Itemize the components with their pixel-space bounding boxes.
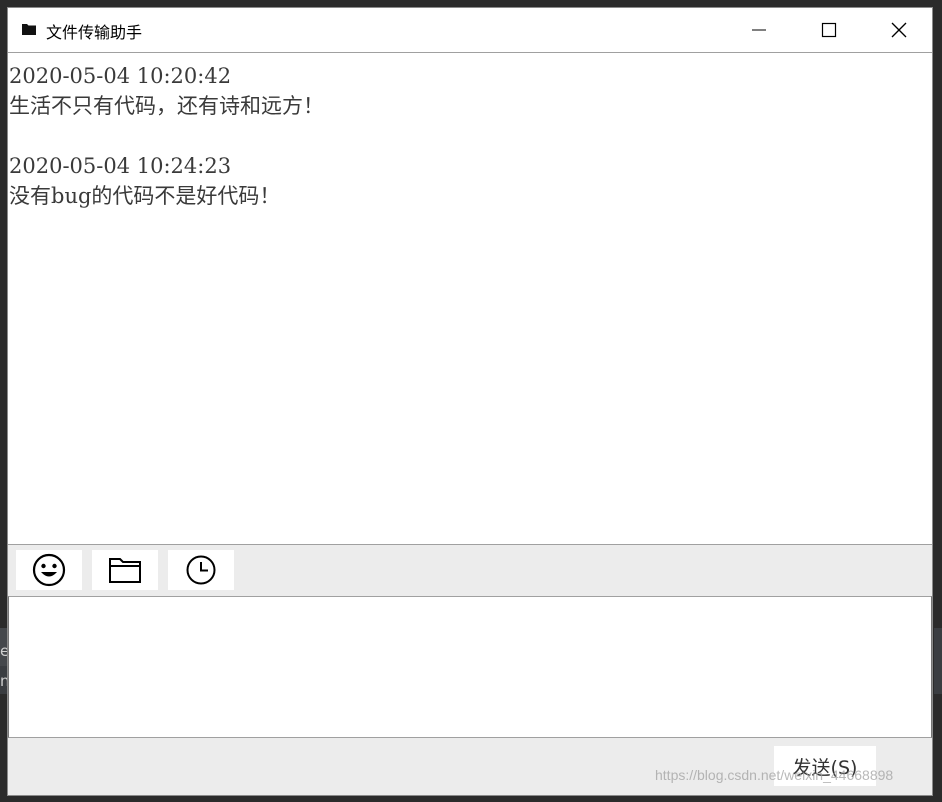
emoji-icon (32, 553, 66, 587)
clock-icon (186, 555, 216, 585)
minimize-icon (752, 29, 766, 31)
message-input[interactable] (8, 596, 932, 738)
message-text: 没有bug的代码不是好代码！ (9, 184, 281, 208)
message-item: 2020-05-04 10:24:23 没有bug的代码不是好代码！ (9, 151, 932, 211)
message-timestamp: 2020-05-04 10:24:23 (9, 154, 232, 178)
maximize-button[interactable] (794, 8, 864, 52)
close-button[interactable] (864, 8, 934, 52)
message-timestamp: 2020-05-04 10:20:42 (9, 64, 232, 88)
title-bar[interactable]: 文件传输助手 (8, 8, 932, 52)
window-title: 文件传输助手 (46, 23, 143, 42)
minimize-button[interactable] (724, 8, 794, 52)
close-icon (891, 22, 907, 38)
send-file-button[interactable] (92, 550, 158, 590)
folder-icon (109, 558, 141, 583)
history-button[interactable] (168, 550, 234, 590)
file-transfer-window: 文件传输助手 2020-05-04 10:20:42 生活不只有代码，还有诗和远… (7, 7, 933, 796)
maximize-icon (821, 22, 837, 38)
message-item: 2020-05-04 10:20:42 生活不只有代码，还有诗和远方！ (9, 61, 932, 121)
emoji-button[interactable] (16, 550, 82, 590)
folder-icon (22, 24, 36, 35)
message-text: 生活不只有代码，还有诗和远方！ (9, 94, 324, 118)
watermark: https://blog.csdn.net/weixin_44668898 (655, 767, 894, 783)
chat-history[interactable]: 2020-05-04 10:20:42 生活不只有代码，还有诗和远方！ 2020… (8, 52, 932, 545)
input-toolbar (8, 548, 932, 594)
